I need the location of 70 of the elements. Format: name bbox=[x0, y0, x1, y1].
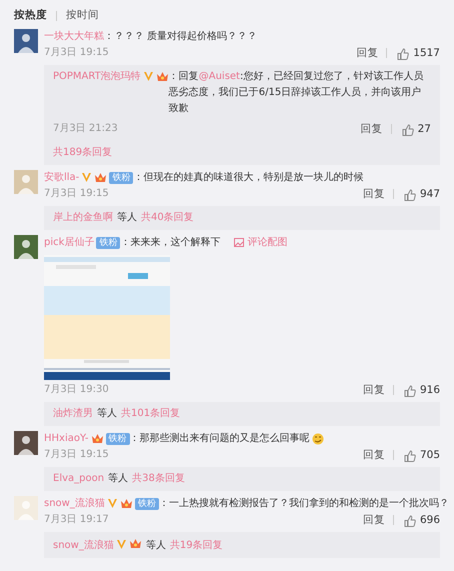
image-link[interactable]: 评论配图 bbox=[232, 235, 288, 251]
thumbs-up-icon bbox=[404, 385, 416, 397]
image-icon bbox=[234, 238, 244, 247]
username[interactable]: 一块大大年糕 bbox=[44, 29, 104, 45]
avatar[interactable] bbox=[14, 431, 38, 455]
reply-link[interactable]: 回复 bbox=[360, 121, 383, 137]
thumbs-up-icon bbox=[402, 124, 414, 136]
reply-count-link[interactable]: 共38条回复 bbox=[132, 473, 185, 484]
username[interactable]: snow_流浪猫 bbox=[44, 496, 105, 512]
reply-count-link[interactable]: 共189条回复 bbox=[53, 147, 112, 158]
username[interactable]: 安歌lla- bbox=[44, 170, 80, 186]
joiner-text: 等人 bbox=[97, 408, 117, 419]
username[interactable]: HHxiaoY- bbox=[44, 431, 89, 447]
verified-icon bbox=[116, 539, 127, 550]
verified-icon bbox=[81, 172, 92, 183]
comment-text: ：但现在的娃真的味道很大，特别是放一块儿的时候 bbox=[133, 170, 364, 185]
comment-text: ：来来来，这个解释下 bbox=[120, 236, 220, 250]
thumbs-up-icon bbox=[404, 189, 416, 201]
username[interactable]: POPMART泡泡玛特 bbox=[53, 69, 141, 85]
username[interactable]: snow_流浪猫 bbox=[53, 540, 114, 551]
fan-badge: 铁粉 bbox=[106, 433, 130, 445]
avatar[interactable] bbox=[14, 29, 38, 53]
crown-icon bbox=[156, 71, 169, 83]
like-button[interactable]: 1517 bbox=[395, 45, 440, 61]
like-button[interactable]: 705 bbox=[402, 447, 440, 463]
comment-text: ：一上热搜就有检测报告了？我们拿到的和检测的是一个批次吗？ bbox=[158, 496, 449, 511]
reply-count-link[interactable]: 共19条回复 bbox=[170, 540, 223, 551]
crown-icon bbox=[120, 498, 133, 510]
timestamp: 7月3日 21:23 bbox=[53, 122, 118, 136]
mention-link[interactable]: @Auiset bbox=[198, 71, 240, 82]
comment-text: ：那那些测出来有问题的又是怎么回事呢 bbox=[130, 432, 310, 446]
reply-link[interactable]: 回复 bbox=[362, 186, 385, 202]
fan-badge: 铁粉 bbox=[109, 172, 134, 184]
timestamp: 7月3日 19:30 bbox=[44, 383, 109, 397]
thumbs-up-icon bbox=[397, 48, 410, 60]
like-button[interactable]: 27 bbox=[400, 121, 431, 137]
timestamp: 7月3日 19:15 bbox=[44, 448, 109, 462]
crown-icon bbox=[90, 433, 104, 445]
comment-text: ：？？？ 质量对得起价格吗？？？ bbox=[104, 30, 258, 44]
crown-icon bbox=[128, 538, 142, 550]
sort-tab[interactable]: 按时间 bbox=[66, 8, 99, 24]
thumbs-up-icon bbox=[404, 450, 416, 462]
reply-count-link[interactable]: 共40条回复 bbox=[141, 212, 194, 223]
thumbs-up-icon bbox=[404, 515, 416, 527]
joiner-text: 等人 bbox=[108, 473, 128, 484]
like-button[interactable]: 916 bbox=[402, 382, 440, 398]
verified-icon bbox=[106, 498, 118, 509]
crown-icon bbox=[94, 172, 108, 184]
username[interactable]: Elva_poon bbox=[53, 473, 104, 484]
username[interactable]: pick居仙子 bbox=[44, 235, 94, 251]
username[interactable]: 岸上的金鱼啊 bbox=[53, 212, 113, 223]
reply-link[interactable]: 回复 bbox=[362, 512, 385, 528]
timestamp: 7月3日 19:17 bbox=[44, 513, 109, 527]
avatar[interactable] bbox=[14, 235, 38, 259]
reply-link[interactable]: 回复 bbox=[356, 45, 378, 61]
username[interactable]: 油炸渣男 bbox=[53, 408, 93, 419]
reply-link[interactable]: 回复 bbox=[362, 447, 385, 463]
reply-count-link[interactable]: 共101条回复 bbox=[121, 408, 180, 419]
fan-badge: 铁粉 bbox=[96, 237, 120, 249]
joiner-text: 等人 bbox=[117, 212, 137, 223]
like-button[interactable]: 696 bbox=[402, 512, 440, 528]
sort-tab[interactable]: 按热度 bbox=[14, 8, 47, 24]
timestamp: 7月3日 19:15 bbox=[44, 46, 109, 60]
verified-icon bbox=[142, 71, 154, 82]
like-button[interactable]: 947 bbox=[402, 186, 440, 202]
timestamp: 7月3日 19:15 bbox=[44, 187, 109, 201]
fan-badge: 铁粉 bbox=[134, 498, 159, 510]
joiner-text: 等人 bbox=[146, 540, 166, 551]
reply-link[interactable]: 回复 bbox=[362, 382, 385, 398]
reply-text: ：回复@Auiset:您好，已经回复过您了，针对该工作人员恶劣态度，我们已于6/15日辞掉该工作人员，并向该用户致歉 bbox=[168, 70, 424, 116]
